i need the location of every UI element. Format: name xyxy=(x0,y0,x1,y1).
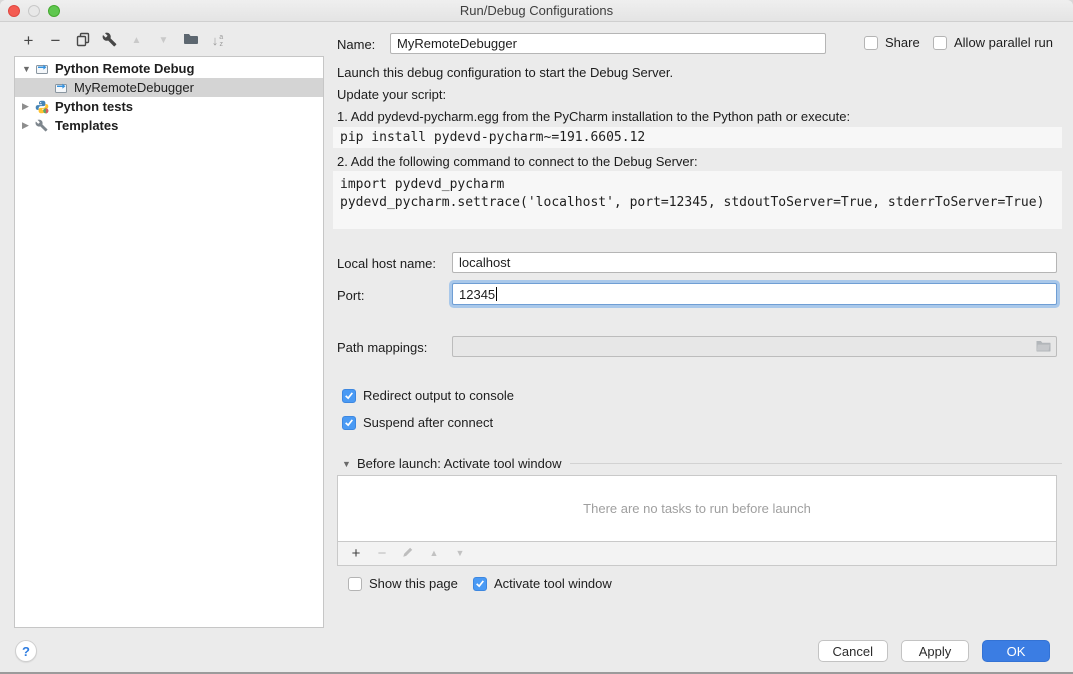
edit-defaults-button[interactable] xyxy=(96,29,123,52)
tree-item-label: Templates xyxy=(55,118,118,133)
update-script-text: Update your script: xyxy=(337,87,446,103)
local-host-input[interactable] xyxy=(452,252,1057,273)
activate-tool-window-label: Activate tool window xyxy=(494,576,612,591)
path-mappings-field[interactable] xyxy=(452,336,1057,357)
tasks-empty-message: There are no tasks to run before launch xyxy=(583,501,811,516)
show-this-page-checkbox-row[interactable]: Show this page xyxy=(348,576,458,591)
chevron-right-icon[interactable]: ▶ xyxy=(22,101,35,112)
configuration-form: Name: Share Allow parallel run Launch th… xyxy=(337,28,1069,634)
path-mappings-label: Path mappings: xyxy=(337,340,427,356)
code-line-settrace: pydevd_pycharm.settrace('localhost', por… xyxy=(340,194,1062,212)
move-up-icon: ▲ xyxy=(132,36,142,46)
templates-wrench-icon xyxy=(35,119,52,132)
configurations-tree: ▼ Python Remote Debug MyRemoteDebugger ▶… xyxy=(14,56,324,628)
folder-icon xyxy=(1036,340,1051,355)
suspend-after-connect-checkbox[interactable] xyxy=(342,416,356,430)
step1-text: 1. Add pydevd-pycharm.egg from the PyCha… xyxy=(337,109,850,125)
run-config-icon xyxy=(35,62,52,75)
port-value: 12345 xyxy=(459,287,495,302)
redirect-output-label: Redirect output to console xyxy=(363,388,514,403)
move-down-button[interactable]: ▼ xyxy=(150,29,177,52)
name-label: Name: xyxy=(337,37,375,53)
add-configuration-button[interactable]: + xyxy=(15,29,42,52)
name-input[interactable] xyxy=(390,33,826,54)
edit-task-button[interactable] xyxy=(395,543,421,565)
tree-item-python-tests[interactable]: ▶ Python tests xyxy=(15,97,323,116)
tree-item-label: Python Remote Debug xyxy=(55,61,194,76)
tree-item-label: Python tests xyxy=(55,99,133,114)
chevron-down-icon[interactable]: ▼ xyxy=(22,64,35,74)
allow-parallel-run-label: Allow parallel run xyxy=(954,35,1053,50)
code-line-import: import pydevd_pycharm xyxy=(340,176,1062,194)
move-up-button[interactable]: ▲ xyxy=(123,29,150,52)
apply-button[interactable]: Apply xyxy=(901,640,969,662)
tree-item-label: MyRemoteDebugger xyxy=(74,80,194,95)
copy-configuration-button[interactable] xyxy=(69,29,96,52)
chevron-right-icon[interactable]: ▶ xyxy=(22,120,35,131)
port-label: Port: xyxy=(337,288,364,304)
suspend-after-connect-checkbox-row[interactable]: Suspend after connect xyxy=(342,415,493,430)
new-folder-icon xyxy=(183,32,199,49)
share-checkbox-row[interactable]: Share xyxy=(864,35,920,50)
activate-tool-window-checkbox-row[interactable]: Activate tool window xyxy=(473,576,612,591)
window-title: Run/Debug Configurations xyxy=(0,0,1073,22)
move-down-icon: ▼ xyxy=(456,549,465,558)
run-config-icon xyxy=(54,81,71,94)
path-mappings-input[interactable] xyxy=(453,337,1056,356)
tasks-toolbar: + − ▲ ▼ xyxy=(337,541,1057,566)
configurations-toolbar: + − ▲ ▼ ↓ az xyxy=(15,29,231,52)
remove-task-button[interactable]: − xyxy=(369,543,395,565)
intro-text: Launch this debug configuration to start… xyxy=(337,65,673,81)
share-label: Share xyxy=(885,35,920,50)
before-launch-header[interactable]: ▼ Before launch: Activate tool window xyxy=(342,456,1062,471)
python-tests-icon xyxy=(35,100,52,114)
settrace-code-block[interactable]: import pydevd_pycharm pydevd_pycharm.set… xyxy=(333,171,1062,229)
redirect-output-checkbox-row[interactable]: Redirect output to console xyxy=(342,388,514,403)
port-input[interactable]: 12345 xyxy=(452,283,1057,305)
sort-alphabetically-icon: ↓ az xyxy=(212,33,223,48)
move-up-icon: ▲ xyxy=(430,549,439,558)
tree-item-python-remote-debug[interactable]: ▼ Python Remote Debug xyxy=(15,59,323,78)
browse-path-mappings-button[interactable] xyxy=(1036,340,1051,355)
plus-icon: + xyxy=(24,32,34,49)
before-launch-tasks-list[interactable]: There are no tasks to run before launch xyxy=(337,475,1057,542)
minus-icon: − xyxy=(378,546,387,561)
chevron-down-icon[interactable]: ▼ xyxy=(342,459,357,469)
help-button[interactable]: ? xyxy=(15,640,37,662)
dialog-buttons: Cancel Apply OK xyxy=(818,640,1050,662)
copy-icon xyxy=(76,32,90,50)
question-mark-icon: ? xyxy=(22,644,30,659)
tree-item-templates[interactable]: ▶ Templates xyxy=(15,116,323,135)
redirect-output-checkbox[interactable] xyxy=(342,389,356,403)
plus-icon: + xyxy=(352,546,361,561)
show-this-page-checkbox[interactable] xyxy=(348,577,362,591)
tree-item-myremotedebugger[interactable]: MyRemoteDebugger xyxy=(15,78,323,97)
move-down-icon: ▼ xyxy=(159,36,169,46)
header-separator-line xyxy=(570,463,1062,464)
activate-tool-window-checkbox[interactable] xyxy=(473,577,487,591)
text-caret xyxy=(496,287,497,301)
share-checkbox[interactable] xyxy=(864,36,878,50)
allow-parallel-run-checkbox[interactable] xyxy=(933,36,947,50)
suspend-after-connect-label: Suspend after connect xyxy=(363,415,493,430)
run-debug-configurations-dialog: Run/Debug Configurations + − ▲ ▼ xyxy=(0,0,1073,674)
pip-command-code[interactable]: pip install pydevd-pycharm~=191.6605.12 xyxy=(333,127,1062,148)
minus-icon: − xyxy=(51,32,61,49)
pencil-icon xyxy=(402,546,414,561)
sort-configurations-button[interactable]: ↓ az xyxy=(204,29,231,52)
add-task-button[interactable]: + xyxy=(343,543,369,565)
before-launch-title: Before launch: Activate tool window xyxy=(357,456,562,471)
ok-button[interactable]: OK xyxy=(982,640,1050,662)
titlebar: Run/Debug Configurations xyxy=(0,0,1073,22)
cancel-button[interactable]: Cancel xyxy=(818,640,888,662)
show-this-page-label: Show this page xyxy=(369,576,458,591)
create-folder-button[interactable] xyxy=(177,29,204,52)
remove-configuration-button[interactable]: − xyxy=(42,29,69,52)
move-task-up-button[interactable]: ▲ xyxy=(421,543,447,565)
wrench-icon xyxy=(102,32,117,50)
move-task-down-button[interactable]: ▼ xyxy=(447,543,473,565)
allow-parallel-run-checkbox-row[interactable]: Allow parallel run xyxy=(933,35,1053,50)
step2-text: 2. Add the following command to connect … xyxy=(337,154,698,170)
local-host-label: Local host name: xyxy=(337,256,436,272)
